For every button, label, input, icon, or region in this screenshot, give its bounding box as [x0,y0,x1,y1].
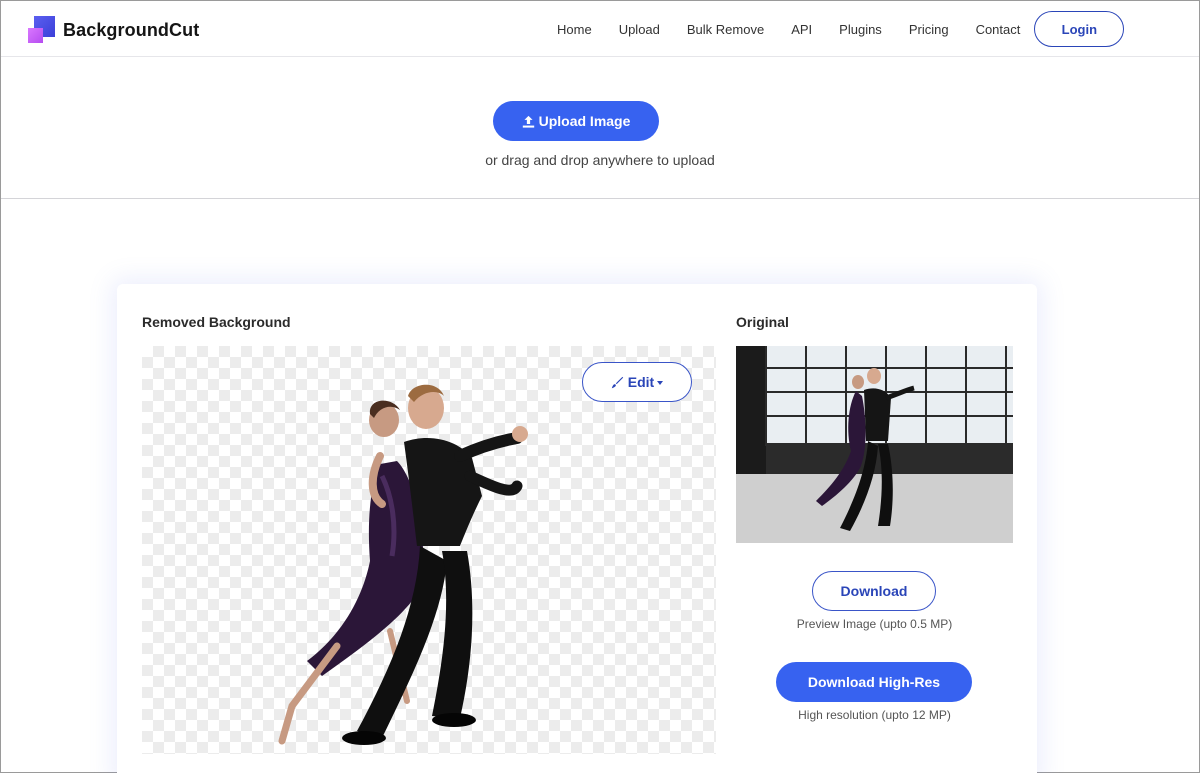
upload-hint: or drag and drop anywhere to upload [485,152,715,168]
nav-bulk-remove[interactable]: Bulk Remove [687,22,764,37]
nav-home[interactable]: Home [557,22,592,37]
removed-background-title: Removed Background [142,314,291,330]
brush-icon [611,376,623,388]
nav-pricing[interactable]: Pricing [909,22,949,37]
top-header: BackgroundCut Home Upload Bulk Remove AP… [1,1,1199,57]
download-preview-note: Preview Image (upto 0.5 MP) [796,617,953,631]
download-high-res-note: High resolution (upto 12 MP) [798,708,951,722]
upload-image-label: Upload Image [538,113,631,129]
dancers-cutout-image [278,384,528,745]
brand-name: BackgroundCut [63,19,200,40]
login-button[interactable]: Login [1034,11,1125,47]
upload-dropzone[interactable]: Upload Image or drag and drop anywhere t… [1,58,1199,199]
nav-api[interactable]: API [791,22,812,37]
chevron-down-icon [657,381,664,385]
upload-icon [522,115,534,128]
original-title: Original [736,314,789,330]
nav-upload[interactable]: Upload [619,22,660,37]
main-nav: Home Upload Bulk Remove API Plugins Pric… [557,11,1125,47]
brand-logo[interactable]: BackgroundCut [28,16,199,44]
edit-label: Edit [627,374,655,390]
download-button[interactable]: Download [812,571,936,611]
original-photo [736,346,1013,543]
nav-contact[interactable]: Contact [976,22,1021,37]
result-card: Removed Background Edit Original Downloa… [117,284,1037,773]
nav-plugins[interactable]: Plugins [839,22,882,37]
original-image [736,346,1013,543]
edit-dropdown-button[interactable]: Edit [582,362,692,402]
logo-icon [28,16,56,44]
removed-background-preview: Edit [142,346,716,754]
download-high-res-button[interactable]: Download High-Res [776,662,972,702]
upload-image-button[interactable]: Upload Image [493,101,659,141]
